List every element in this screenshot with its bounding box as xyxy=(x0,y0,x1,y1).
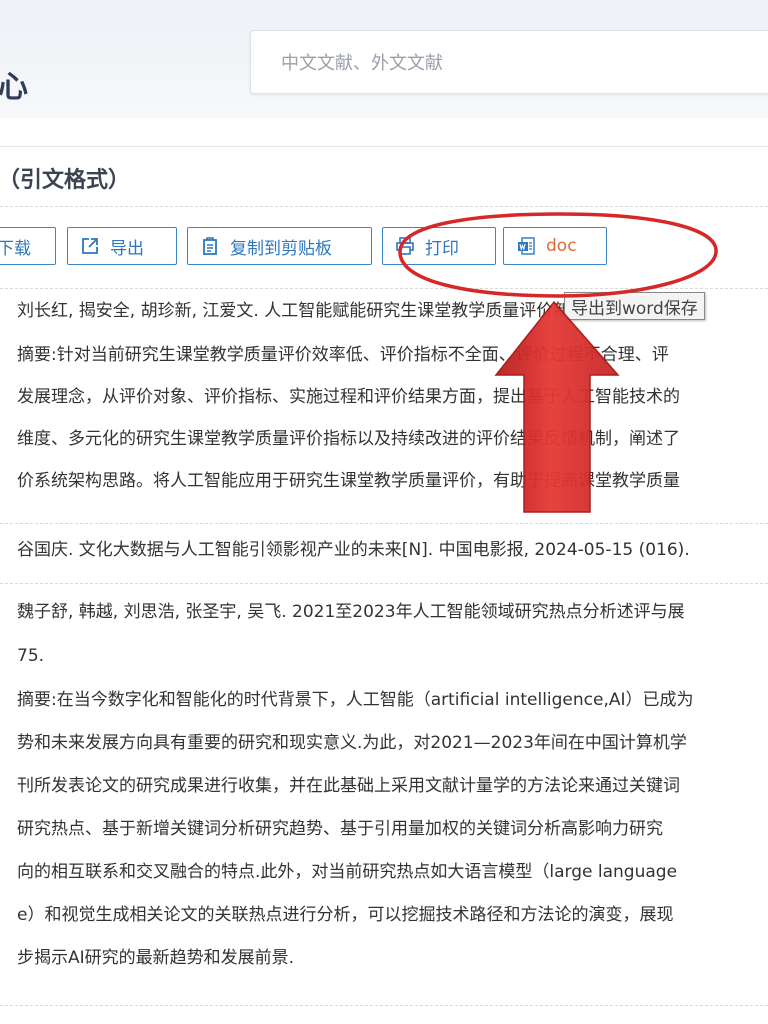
export-button[interactable]: 导出 xyxy=(67,227,177,265)
abstract-line: 摘要:针对当前研究生课堂教学质量评价效率低、评价指标不全面、评价过程不合理、评 xyxy=(17,345,669,365)
abstract-line: e）和视觉生成相关论文的关联热点进行分析，可以挖掘技术路径和方法论的演变，展现 xyxy=(17,905,674,925)
clipboard-icon xyxy=(200,236,220,256)
section-title: （引文格式） xyxy=(0,168,131,193)
abstract-line: 势和未来发展方向具有重要的研究和现实意义.为此，对2021—2023年间在中国计… xyxy=(17,733,687,753)
copy-to-clipboard-button[interactable]: 复制到剪贴板 xyxy=(187,227,372,265)
divider xyxy=(0,583,768,584)
top-header: 心 xyxy=(0,0,768,118)
print-button[interactable]: 打印 xyxy=(382,227,496,265)
citation-text-cont: 75. xyxy=(17,646,45,666)
divider xyxy=(0,146,768,147)
divider xyxy=(0,288,768,289)
reference-item: 刘长红, 揭安全, 胡珍新, 江爱文. 人工智能赋能研究生课堂教学质量评价新模式… xyxy=(17,296,768,497)
abstract-line: 刊所发表论文的研究成果进行收集，并在此基础上采用文献计量学的方法论来通过关键词 xyxy=(17,776,680,796)
export-label: 导出 xyxy=(110,238,144,259)
abstract-line: 步揭示AI研究的最新趋势和发展前景. xyxy=(17,948,295,968)
print-label: 打印 xyxy=(425,238,459,259)
download-label: 下载 xyxy=(0,238,31,259)
divider xyxy=(0,1005,768,1006)
abstract-line: 向的相互联系和交叉融合的特点.此外，对当前研究热点如大语言模型（large la… xyxy=(17,862,678,882)
doc-tooltip: 导出到word保存 xyxy=(564,292,705,320)
search-box[interactable] xyxy=(250,30,768,94)
doc-label: doc xyxy=(546,236,577,256)
citation-text: 魏子舒, 韩越, 刘思浩, 张圣宇, 吴飞. 2021至2023年人工智能领域研… xyxy=(17,602,685,622)
abstract-line: 维度、多元化的研究生课堂教学质量评价指标以及持续改进的评价结果反馈机制，阐述了 xyxy=(17,429,680,449)
reference-item: 魏子舒, 韩越, 刘思浩, 张圣宇, 吴飞. 2021至2023年人工智能领域研… xyxy=(17,597,768,974)
reference-item: 谷国庆. 文化大数据与人工智能引领影视产业的未来[N]. 中国电影报, 2024… xyxy=(17,535,768,566)
word-doc-icon xyxy=(516,236,536,256)
abstract-line: 发展理念，从评价对象、评价指标、实施过程和评价结果方面，提出基于人工智能技术的 xyxy=(17,387,680,407)
divider xyxy=(0,523,768,524)
doc-export-button[interactable]: doc xyxy=(503,227,607,265)
abstract-line: 研究热点、基于新增关键词分析研究趋势、基于引用量加权的关键词分析高影响力研究 xyxy=(17,819,663,839)
export-icon xyxy=(80,236,100,256)
search-input[interactable] xyxy=(279,48,763,78)
copy-label: 复制到剪贴板 xyxy=(230,238,332,259)
abstract-line: 价系统架构思路。将人工智能应用于研究生课堂教学质量评价，有助于提高课堂教学质量 xyxy=(17,471,680,491)
download-button[interactable]: 下载 xyxy=(0,227,56,265)
abstract-line: 摘要:在当今数字化和智能化的时代背景下，人工智能（artificial inte… xyxy=(17,690,694,710)
printer-icon xyxy=(395,236,415,256)
citation-text: 谷国庆. 文化大数据与人工智能引领影视产业的未来[N]. 中国电影报, 2024… xyxy=(17,540,690,560)
divider xyxy=(0,206,768,207)
site-title-fragment: 心 xyxy=(0,70,29,105)
